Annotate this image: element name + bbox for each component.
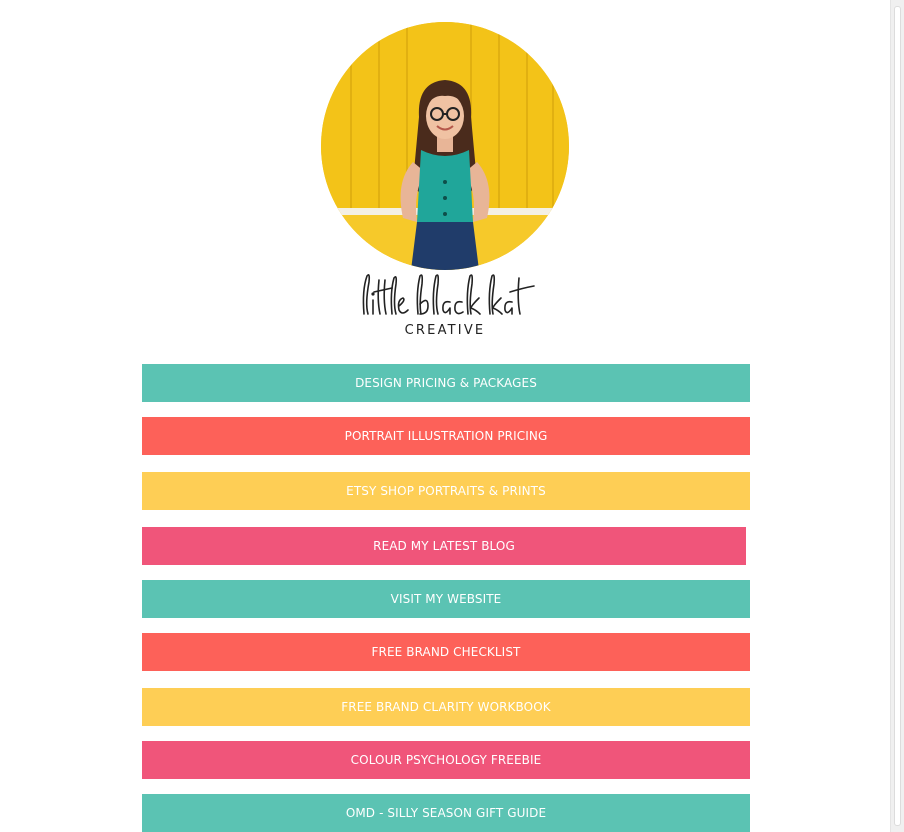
link-button-brand-checklist[interactable]: FREE BRAND CHECKLIST (142, 633, 750, 671)
link-button-brand-clarity-workbook[interactable]: FREE BRAND CLARITY WORKBOOK (142, 688, 750, 726)
link-button-design-pricing[interactable]: DESIGN PRICING & PACKAGES (142, 364, 750, 402)
link-button-colour-psychology[interactable]: COLOUR PSYCHOLOGY FREEBIE (142, 741, 750, 779)
link-button-website[interactable]: VISIT MY WEBSITE (142, 580, 750, 618)
scrollbar-thumb[interactable] (894, 6, 901, 826)
profile-photo (321, 22, 569, 270)
link-button-latest-blog[interactable]: READ MY LATEST BLOG (142, 527, 746, 565)
logo-script-wordmark (362, 274, 535, 315)
link-page: CREATIVE DESIGN PRICING & PACKAGES PORTR… (0, 0, 904, 832)
link-button-etsy-shop[interactable]: ETSY SHOP PORTRAITS & PRINTS (142, 472, 750, 510)
brand-logo: CREATIVE (340, 270, 550, 342)
link-button-portrait-pricing[interactable]: PORTRAIT ILLUSTRATION PRICING (142, 417, 750, 455)
link-button-gift-guide[interactable]: OMD - SILLY SEASON GIFT GUIDE (142, 794, 750, 832)
logo-subtitle: CREATIVE (404, 323, 486, 338)
vertical-scrollbar[interactable] (890, 0, 904, 832)
profile-avatar (321, 22, 569, 270)
